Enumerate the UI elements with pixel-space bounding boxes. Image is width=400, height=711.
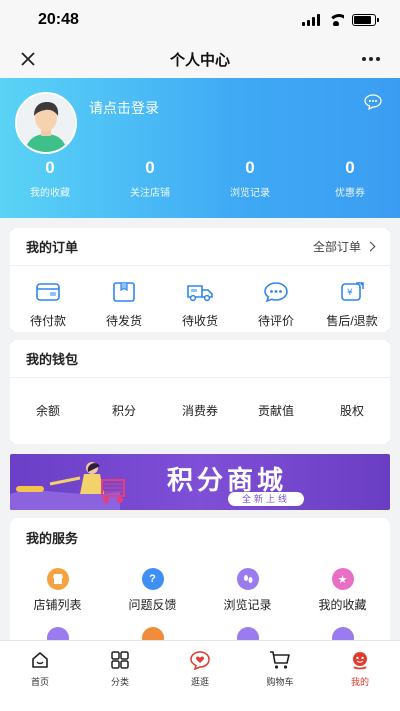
wallet-balance[interactable]: 余额 [10, 402, 86, 419]
stat-value: 0 [245, 158, 255, 177]
stat-followed-stores[interactable]: 0 关注店铺 [100, 158, 200, 199]
tab-cart[interactable]: 购物车 [245, 649, 315, 711]
stat-label: 关注店铺 [130, 188, 170, 199]
stat-value: 0 [345, 158, 355, 177]
order-label: 待评价 [257, 314, 294, 328]
stat-value: 0 [45, 158, 55, 177]
nav-bar: 个人中心 [0, 40, 400, 78]
all-orders-label: 全部订单 [312, 240, 361, 254]
wallet-vouchers[interactable]: 消费券 [162, 402, 238, 419]
banner-subtitle: 全新上线 [228, 492, 305, 506]
service-label: 问题反馈 [128, 598, 177, 612]
services-card: 我的服务 店铺列表 ? 问题反馈 浏览记录 ★ 我的收藏 [10, 518, 390, 649]
truck-icon [186, 278, 214, 306]
all-orders-link[interactable]: 全部订单 [312, 238, 376, 255]
more-icon[interactable] [358, 47, 384, 71]
orders-header: 我的订单 全部订单 [10, 228, 390, 266]
order-label: 售后/退款 [326, 314, 378, 328]
tab-home[interactable]: 首页 [5, 649, 75, 711]
wallet-icon [34, 278, 62, 306]
order-pending-payment[interactable]: 待付款 [10, 278, 86, 329]
tab-profile[interactable]: 我的 [325, 649, 395, 711]
services-title: 我的服务 [26, 530, 79, 546]
question-icon: ? [141, 568, 164, 590]
service-label: 我的收藏 [318, 598, 367, 612]
comment-icon [262, 278, 290, 306]
shopping-illustration [10, 462, 125, 510]
profile-header: 请点击登录 0 我的收藏 0 关注店铺 0 浏览记录 0 优惠券 [0, 78, 400, 218]
store-icon [46, 568, 69, 590]
service-favorites[interactable]: ★ 我的收藏 [301, 568, 385, 613]
stats-row: 0 我的收藏 0 关注店铺 0 浏览记录 0 优惠券 [0, 158, 400, 199]
tab-label: 分类 [110, 677, 129, 687]
wallet-contribution[interactable]: 贡献值 [238, 402, 314, 419]
stat-label: 优惠券 [335, 188, 365, 199]
points-mall-banner[interactable]: 积分商城 全新上线 [10, 454, 390, 510]
tab-label: 逛逛 [190, 677, 209, 687]
service-label: 浏览记录 [223, 598, 272, 612]
service-label: 店铺列表 [33, 598, 82, 612]
cart-icon [269, 649, 291, 671]
footprint-icon [236, 568, 259, 590]
tab-label: 购物车 [266, 677, 294, 687]
status-time: 20:48 [38, 11, 79, 28]
wallet-header: 我的钱包 [10, 340, 390, 378]
stat-history[interactable]: 0 浏览记录 [200, 158, 300, 199]
heart-chat-icon [189, 649, 211, 671]
wallet-row: 余额 积分 消费券 贡献值 股权 [10, 378, 390, 419]
avatar[interactable] [15, 92, 77, 154]
wallet-title: 我的钱包 [26, 352, 79, 367]
wallet-card: 我的钱包 余额 积分 消费券 贡献值 股权 [10, 340, 390, 444]
signal-icon [302, 14, 320, 26]
status-icons [302, 14, 379, 26]
tab-bar: 首页 分类 逛逛 购物车 我的 [0, 640, 400, 711]
order-label: 待发货 [105, 314, 142, 328]
tab-label: 我的 [350, 677, 369, 687]
order-status-row: 待付款 待发货 待收货 待评价 ¥ 售后/退款 [10, 266, 390, 329]
orders-title: 我的订单 [26, 240, 79, 255]
order-label: 待收货 [181, 314, 218, 328]
order-after-sale[interactable]: ¥ 售后/退款 [314, 278, 390, 329]
order-pending-shipment[interactable]: 待发货 [86, 278, 162, 329]
status-bar: 20:48 [0, 0, 400, 40]
star-icon: ★ [331, 568, 354, 590]
order-pending-receipt[interactable]: 待收货 [162, 278, 238, 329]
services-row: 店铺列表 ? 问题反馈 浏览记录 ★ 我的收藏 [10, 556, 390, 613]
tab-browse[interactable]: 逛逛 [165, 649, 235, 711]
service-history[interactable]: 浏览记录 [206, 568, 290, 613]
package-icon [110, 278, 138, 306]
refund-icon: ¥ [338, 278, 366, 306]
services-header: 我的服务 [10, 518, 390, 556]
service-feedback[interactable]: ? 问题反馈 [111, 568, 195, 613]
order-pending-review[interactable]: 待评价 [238, 278, 314, 329]
close-icon[interactable] [16, 47, 40, 71]
login-prompt[interactable]: 请点击登录 [89, 98, 159, 118]
stat-coupons[interactable]: 0 优惠券 [300, 158, 400, 199]
profile-icon [349, 649, 371, 671]
wallet-points[interactable]: 积分 [86, 402, 162, 419]
tab-label: 首页 [30, 677, 49, 687]
grid-icon [109, 649, 131, 671]
tab-category[interactable]: 分类 [85, 649, 155, 711]
message-icon[interactable] [364, 94, 382, 111]
wifi-icon [328, 14, 344, 26]
stat-favorites[interactable]: 0 我的收藏 [0, 158, 100, 199]
stat-value: 0 [145, 158, 155, 177]
home-icon [29, 649, 51, 671]
orders-card: 我的订单 全部订单 待付款 待发货 待收货 待评价 ¥ 售后/退款 [10, 228, 390, 332]
service-store-list[interactable]: 店铺列表 [16, 568, 100, 613]
svg-text:¥: ¥ [347, 288, 353, 298]
stat-label: 我的收藏 [30, 188, 70, 199]
chevron-right-icon [365, 241, 376, 252]
battery-icon [352, 14, 379, 26]
page-title: 个人中心 [169, 51, 230, 69]
stat-label: 浏览记录 [230, 188, 270, 199]
order-label: 待付款 [29, 314, 66, 328]
wallet-equity[interactable]: 股权 [314, 402, 390, 419]
